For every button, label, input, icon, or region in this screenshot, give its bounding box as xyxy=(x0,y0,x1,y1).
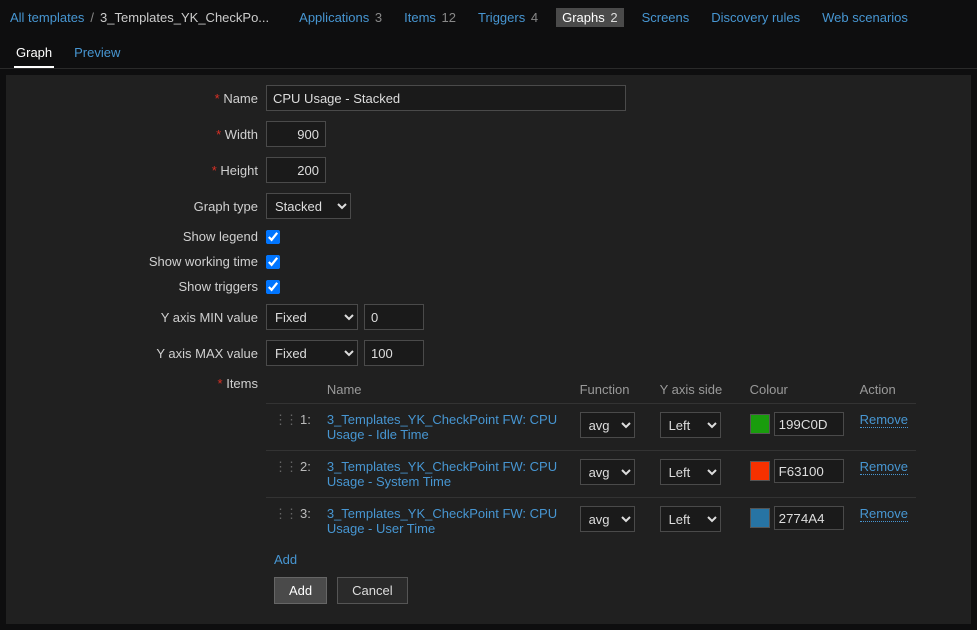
chk-legend[interactable] xyxy=(266,230,280,244)
table-row: ⋮⋮ 3: 3_Templates_YK_CheckPoint FW: CPU Us… xyxy=(266,498,916,545)
drag-handle-icon[interactable]: ⋮⋮ xyxy=(274,506,284,522)
label-width: Width xyxy=(16,127,266,142)
item-link[interactable]: 3_Templates_YK_CheckPoint FW: CPU Usage … xyxy=(327,412,557,442)
chk-showtrig[interactable] xyxy=(266,280,280,294)
drag-handle-icon[interactable]: ⋮⋮ xyxy=(274,412,284,428)
breadcrumb-sep: / xyxy=(90,10,94,25)
select-gtype[interactable]: NormalStackedPieExploded xyxy=(266,193,351,219)
select-function[interactable]: minavgmaxalllast xyxy=(580,506,635,532)
color-input[interactable] xyxy=(774,412,844,436)
items-table: Name Function Y axis side Colour Action … xyxy=(266,376,916,544)
color-input[interactable] xyxy=(774,459,844,483)
drag-handle-icon[interactable]: ⋮⋮ xyxy=(274,459,284,475)
input-name[interactable] xyxy=(266,85,626,111)
label-name: Name xyxy=(16,91,266,106)
tab-web[interactable]: Web scenarios xyxy=(818,8,912,27)
col-func: Function xyxy=(572,376,652,404)
col-side: Y axis side xyxy=(652,376,742,404)
cancel-button[interactable]: Cancel xyxy=(337,577,407,604)
item-link[interactable]: 3_Templates_YK_CheckPoint FW: CPU Usage … xyxy=(327,506,557,536)
remove-link[interactable]: Remove xyxy=(860,459,908,475)
col-color: Colour xyxy=(742,376,852,404)
label-gtype: Graph type xyxy=(16,199,266,214)
col-action: Action xyxy=(852,376,916,404)
table-row: ⋮⋮ 2: 3_Templates_YK_CheckPoint FW: CPU Us… xyxy=(266,451,916,498)
row-index: 2: xyxy=(292,451,319,498)
label-ymax: Y axis MAX value xyxy=(16,346,266,361)
remove-link[interactable]: Remove xyxy=(860,412,908,428)
select-ymin-mode[interactable]: CalculatedFixedItem xyxy=(266,304,358,330)
tab-applications[interactable]: Applications 3 xyxy=(295,8,386,27)
col-name: Name xyxy=(319,376,572,404)
remove-link[interactable]: Remove xyxy=(860,506,908,522)
input-height[interactable] xyxy=(266,157,326,183)
input-width[interactable] xyxy=(266,121,326,147)
label-showtrig: Show triggers xyxy=(16,279,266,294)
select-yaxis-side[interactable]: LeftRight xyxy=(660,412,721,438)
subtab-graph[interactable]: Graph xyxy=(14,39,54,68)
breadcrumb-all-templates[interactable]: All templates xyxy=(10,10,84,25)
color-input[interactable] xyxy=(774,506,844,530)
color-swatch[interactable] xyxy=(750,461,770,481)
tab-items[interactable]: Items 12 xyxy=(400,8,460,27)
tab-triggers[interactable]: Triggers 4 xyxy=(474,8,542,27)
select-ymax-mode[interactable]: CalculatedFixedItem xyxy=(266,340,358,366)
item-link[interactable]: 3_Templates_YK_CheckPoint FW: CPU Usage … xyxy=(327,459,557,489)
chk-worktime[interactable] xyxy=(266,255,280,269)
tab-screens[interactable]: Screens xyxy=(638,8,694,27)
select-function[interactable]: minavgmaxalllast xyxy=(580,459,635,485)
input-ymin[interactable] xyxy=(364,304,424,330)
subtabs: Graph Preview xyxy=(0,35,977,69)
input-ymax[interactable] xyxy=(364,340,424,366)
table-row: ⋮⋮ 1: 3_Templates_YK_CheckPoint FW: CPU Us… xyxy=(266,404,916,451)
label-legend: Show legend xyxy=(16,229,266,244)
select-yaxis-side[interactable]: LeftRight xyxy=(660,459,721,485)
subtab-preview[interactable]: Preview xyxy=(72,39,122,68)
row-index: 1: xyxy=(292,404,319,451)
add-item-link[interactable]: Add xyxy=(274,552,297,567)
tab-graphs[interactable]: Graphs 2 xyxy=(556,8,624,27)
add-button[interactable]: Add xyxy=(274,577,327,604)
label-ymin: Y axis MIN value xyxy=(16,310,266,325)
breadcrumb: All templates / 3_Templates_YK_CheckPo..… xyxy=(0,0,977,35)
label-items: Items xyxy=(16,376,266,391)
color-swatch[interactable] xyxy=(750,508,770,528)
row-index: 3: xyxy=(292,498,319,545)
breadcrumb-current: 3_Templates_YK_CheckPo... xyxy=(100,10,269,25)
tab-discovery[interactable]: Discovery rules xyxy=(707,8,804,27)
select-yaxis-side[interactable]: LeftRight xyxy=(660,506,721,532)
label-height: Height xyxy=(16,163,266,178)
label-worktime: Show working time xyxy=(16,254,266,269)
nav-tabs: Applications 3 Items 12 Triggers 4 Graph… xyxy=(295,8,912,27)
select-function[interactable]: minavgmaxalllast xyxy=(580,412,635,438)
color-swatch[interactable] xyxy=(750,414,770,434)
